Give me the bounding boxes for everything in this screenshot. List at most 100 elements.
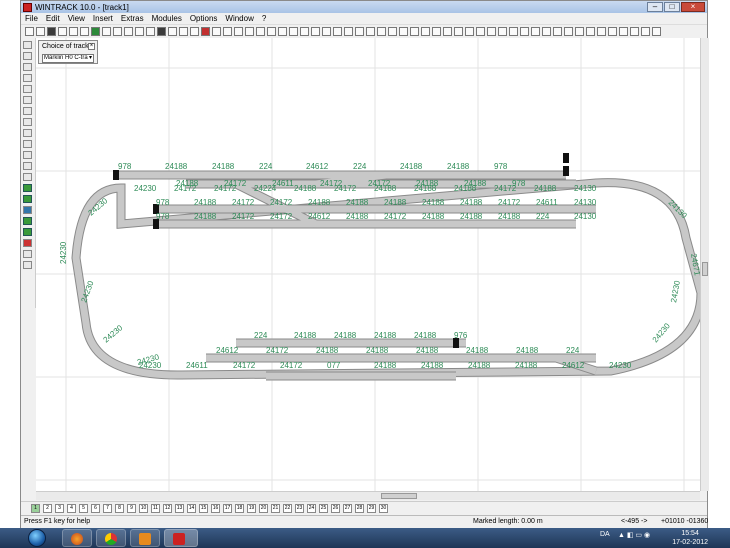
start-button[interactable] (28, 529, 46, 547)
toolbar-tool-icon[interactable] (223, 27, 232, 36)
toolbar-tool-icon[interactable] (36, 27, 45, 36)
menu-help[interactable]: ? (258, 14, 270, 23)
page-tab-14[interactable]: 14 (187, 504, 196, 513)
toolbar-tool-icon[interactable] (190, 27, 199, 36)
page-tab-13[interactable]: 13 (175, 504, 184, 513)
toolbar-tool-icon[interactable] (344, 27, 353, 36)
menu-window[interactable]: Window (221, 14, 257, 23)
language-indicator[interactable]: DA (600, 531, 610, 538)
toolbar-tool-icon[interactable] (80, 27, 89, 36)
toolbar-tool-icon[interactable] (520, 27, 529, 36)
track-canvas[interactable]: 978 24188 24188 224 24612 224 24188 24188 978 241… (36, 38, 700, 491)
toolbar-tool-icon[interactable] (608, 27, 617, 36)
taskbar-clock[interactable]: 15:54 17-02-2012 (672, 529, 708, 547)
page-tab-8[interactable]: 8 (115, 504, 124, 513)
page-tab-18[interactable]: 18 (235, 504, 244, 513)
page-tab-19[interactable]: 19 (247, 504, 256, 513)
page-tab-9[interactable]: 9 (127, 504, 136, 513)
page-tab-22[interactable]: 22 (283, 504, 292, 513)
toolbar-tool-icon[interactable] (487, 27, 496, 36)
menu-edit[interactable]: Edit (42, 14, 64, 23)
toolbar-tool-icon[interactable] (366, 27, 375, 36)
palette-tool-icon[interactable] (23, 85, 32, 93)
palette-tool-icon[interactable] (23, 250, 32, 258)
toolbar-tool-icon[interactable] (179, 27, 188, 36)
page-tab-7[interactable]: 7 (103, 504, 112, 513)
track-system-select[interactable]: Märklin H0 C-tra ▾ (42, 54, 94, 63)
palette-tool-icon[interactable] (23, 151, 32, 159)
toolbar-tool-icon[interactable] (157, 27, 166, 36)
hscroll-thumb[interactable] (381, 493, 417, 499)
palette-tool-icon[interactable] (23, 217, 32, 225)
wintrack-app-icon[interactable] (23, 2, 32, 12)
toolbar-tool-icon[interactable] (300, 27, 309, 36)
minimize-button[interactable]: – (647, 2, 663, 12)
page-tab-12[interactable]: 12 (163, 504, 172, 513)
palette-tool-icon[interactable] (23, 206, 32, 214)
toolbar-tool-icon[interactable] (245, 27, 254, 36)
palette-tool-icon[interactable] (23, 195, 32, 203)
page-tab-27[interactable]: 27 (343, 504, 352, 513)
page-tab-23[interactable]: 23 (295, 504, 304, 513)
taskbar-firefox[interactable] (62, 529, 92, 547)
toolbar-tool-icon[interactable] (410, 27, 419, 36)
page-tab-6[interactable]: 6 (91, 504, 100, 513)
menu-extras[interactable]: Extras (117, 14, 148, 23)
toolbar-tool-icon[interactable] (333, 27, 342, 36)
menu-file[interactable]: File (21, 14, 42, 23)
toolbar-tool-icon[interactable] (652, 27, 661, 36)
palette-tool-icon[interactable] (23, 184, 32, 192)
toolbar-tool-icon[interactable] (322, 27, 331, 36)
palette-tool-icon[interactable] (23, 107, 32, 115)
page-tab-17[interactable]: 17 (223, 504, 232, 513)
maximize-button[interactable]: □ (664, 2, 680, 12)
page-tab-30[interactable]: 30 (379, 504, 388, 513)
menu-view[interactable]: View (64, 14, 89, 23)
page-tab-26[interactable]: 26 (331, 504, 340, 513)
toolbar-tool-icon[interactable] (377, 27, 386, 36)
toolbar-tool-icon[interactable] (630, 27, 639, 36)
page-tab-4[interactable]: 4 (67, 504, 76, 513)
palette-tool-icon[interactable] (23, 118, 32, 126)
toolbar-tool-icon[interactable] (432, 27, 441, 36)
toolbar-tool-icon[interactable] (476, 27, 485, 36)
palette-tool-icon[interactable] (23, 228, 32, 236)
menu-options[interactable]: Options (186, 14, 222, 23)
toolbar-tool-icon[interactable] (498, 27, 507, 36)
palette-tool-icon[interactable] (23, 239, 32, 247)
page-tab-15[interactable]: 15 (199, 504, 208, 513)
taskbar-media-player[interactable] (130, 529, 160, 547)
toolbar-tool-icon[interactable] (267, 27, 276, 36)
page-tab-10[interactable]: 10 (139, 504, 148, 513)
vscroll-thumb[interactable] (702, 262, 708, 276)
toolbar-tool-icon[interactable] (542, 27, 551, 36)
toolbar-tool-icon[interactable] (564, 27, 573, 36)
page-tab-28[interactable]: 28 (355, 504, 364, 513)
toolbar-tool-icon[interactable] (135, 27, 144, 36)
toolbar-tool-icon[interactable] (553, 27, 562, 36)
toolbar-tool-icon[interactable] (597, 27, 606, 36)
toolbar-tool-icon[interactable] (201, 27, 210, 36)
taskbar-chrome[interactable] (96, 529, 126, 547)
page-tab-2[interactable]: 2 (43, 504, 52, 513)
toolbar-tool-icon[interactable] (421, 27, 430, 36)
page-tab-1[interactable]: 1 (31, 504, 40, 513)
palette-tool-icon[interactable] (23, 96, 32, 104)
toolbar-tool-icon[interactable] (531, 27, 540, 36)
horizontal-scrollbar[interactable] (36, 491, 700, 500)
toolbar-tool-icon[interactable] (388, 27, 397, 36)
toolbar-tool-icon[interactable] (69, 27, 78, 36)
toolbar-tool-icon[interactable] (586, 27, 595, 36)
toolbar-tool-icon[interactable] (575, 27, 584, 36)
toolbar-tool-icon[interactable] (443, 27, 452, 36)
close-icon[interactable]: × (88, 43, 95, 50)
toolbar-tool-icon[interactable] (47, 27, 56, 36)
toolbar-tool-icon[interactable] (25, 27, 34, 36)
page-tab-29[interactable]: 29 (367, 504, 376, 513)
toolbar-tool-icon[interactable] (146, 27, 155, 36)
toolbar-tool-icon[interactable] (102, 27, 111, 36)
menu-modules[interactable]: Modules (148, 14, 186, 23)
taskbar-wintrack[interactable] (164, 529, 198, 547)
toolbar-tool-icon[interactable] (212, 27, 221, 36)
palette-tool-icon[interactable] (23, 52, 32, 60)
